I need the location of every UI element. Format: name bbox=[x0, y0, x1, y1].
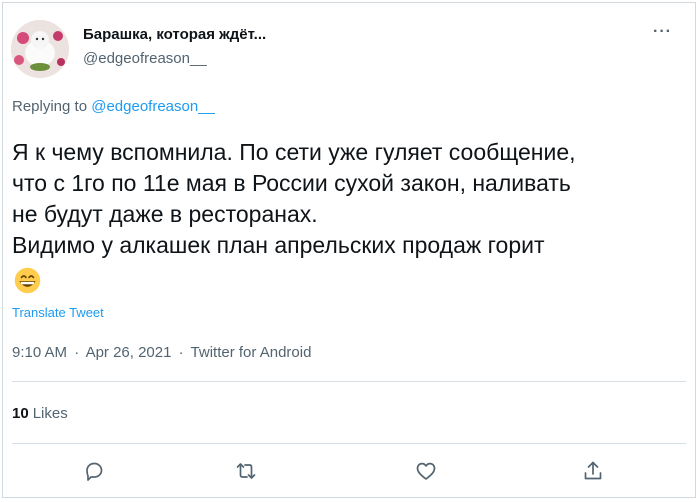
replying-to: Replying to @edgeofreason__ bbox=[12, 98, 215, 115]
avatar[interactable] bbox=[11, 20, 69, 78]
tweet-text-line: Видимо у алкашек план апрельских продаж … bbox=[12, 232, 545, 258]
tweet-meta: 9:10 AM · Apr 26, 2021 · Twitter for And… bbox=[12, 344, 314, 361]
handle[interactable]: @edgeofreason__ bbox=[83, 50, 207, 67]
tweet-source[interactable]: Twitter for Android bbox=[191, 344, 312, 361]
replying-to-handle-link[interactable]: @edgeofreason__ bbox=[91, 98, 215, 115]
display-name[interactable]: Барашка, которая ждёт... bbox=[83, 26, 266, 43]
share-icon[interactable] bbox=[579, 457, 607, 485]
tweet-card: Барашка, которая ждёт... @edgeofreason__… bbox=[2, 2, 696, 498]
replying-to-label: Replying to bbox=[12, 98, 88, 115]
grinning-face-emoji-icon bbox=[14, 267, 41, 294]
tweet-time[interactable]: 9:10 AM bbox=[12, 344, 67, 361]
meta-separator: · bbox=[178, 344, 184, 361]
likes-stat[interactable]: 10 Likes bbox=[12, 405, 68, 422]
likes-label: Likes bbox=[32, 405, 68, 422]
retweet-icon[interactable] bbox=[232, 457, 260, 485]
tweet-date[interactable]: Apr 26, 2021 bbox=[86, 344, 172, 361]
divider bbox=[12, 443, 686, 444]
tweet-text-line: что с 1го по 11е мая в России сухой зако… bbox=[12, 170, 571, 196]
tweet-text-line: не будут даже в ресторанах. bbox=[12, 201, 318, 227]
avatar-image bbox=[11, 20, 69, 78]
meta-separator: · bbox=[74, 344, 80, 361]
tweet-text-line: Я к чему вспомнила. По сети уже гуляет с… bbox=[12, 139, 576, 165]
reply-icon[interactable] bbox=[80, 457, 108, 485]
divider bbox=[12, 381, 686, 382]
more-options-icon[interactable]: ··· bbox=[653, 23, 672, 41]
tweet-text: Я к чему вспомнила. По сети уже гуляет с… bbox=[12, 137, 688, 261]
likes-count: 10 bbox=[12, 405, 29, 422]
like-icon[interactable] bbox=[412, 457, 440, 485]
translate-tweet-link[interactable]: Translate Tweet bbox=[12, 305, 104, 320]
